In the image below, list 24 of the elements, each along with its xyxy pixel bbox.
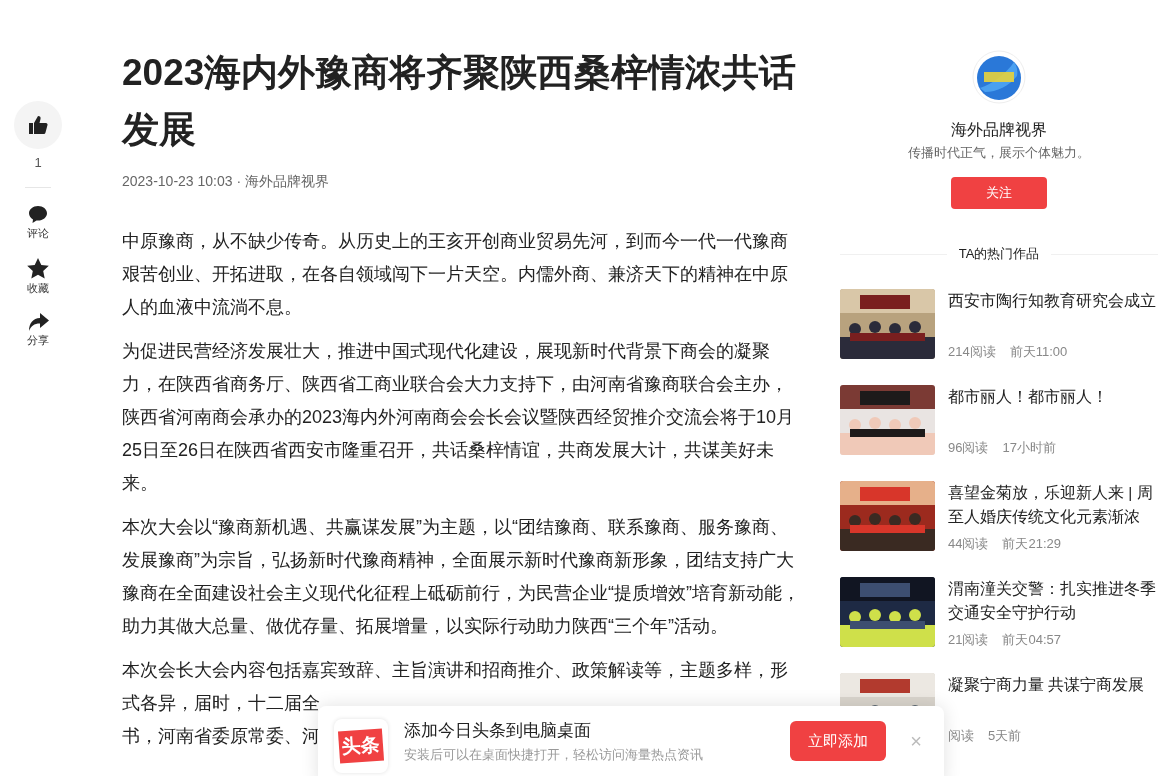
publish-time: 17小时前	[1002, 439, 1056, 457]
publish-time: 前天11:00	[1009, 343, 1068, 361]
section-heading: TA的热门作品	[958, 245, 1040, 263]
publish-time: 5天前	[988, 727, 1022, 745]
article-title: 2023海内外豫商将齐聚陕西桑梓情浓共话发展	[122, 51, 798, 152]
read-count: 44阅读	[948, 535, 989, 553]
read-count: 21阅读	[948, 631, 989, 649]
publish-time: 前天21:29	[1002, 535, 1061, 553]
app-logo: 头条	[334, 719, 388, 773]
read-count: 214阅读	[948, 343, 996, 361]
prompt-subtitle: 安装后可以在桌面快捷打开，轻松访问海量热点资讯	[404, 746, 704, 764]
paragraph-text: 书，河南省委原常委、河	[122, 725, 320, 748]
paragraph-text: 中原豫商，从不缺少传奇。从历史上的王亥开创商业贸易先河，到而今一代一代豫商艰苦创业、开拓进取，在各自领域闯下一片天空。内儒外商、兼济天下的精神在中原人的血液中流淌不息。	[122, 230, 789, 319]
paragraph-text: 为促进民营经济发展壮大，推进中国式现代化建设，展现新时代背景下商会的凝聚力，在陕西省商务厅、陕西省工商业联合会大力支持下，由河南省豫商联合会主办，陕西省河南商会承办的2023海内外河南商会会长会议暨陕西经贸推介交流会将于10月25日至26日在陕西省西安市隆重召开，共话桑梓情谊，共商发展大计，共谋美好未来。	[122, 340, 796, 495]
like-count: 1	[34, 155, 42, 170]
read-count: 96阅读	[948, 439, 989, 457]
publish-time: 前天04:57	[1002, 631, 1061, 649]
paragraph-text: 本次大会以“豫商新机遇、共赢谋发展”为主题，以“团结豫商、联系豫商、服务豫商、发展豫商”为宗旨，弘扬新时代豫商精神，全面展示新时代豫商新形象，团结支持广大豫商在全面建设社会主义现代化征程上砥砺前行，为民营企业“提质增效”培育新动能，助力其做大总量、做优存量、拓展增量，以实际行动助力陕西“三个年”活动。	[122, 516, 801, 638]
prompt-title: 添加今日头条到电脑桌面	[404, 719, 592, 742]
paragraph-text: 本次会长大会内容包括嘉宾致辞、主旨演讲和招商推介、政策解读等，主题多样，形	[122, 659, 788, 682]
paragraph-text: 式各异，届时，十二届全	[122, 692, 320, 715]
read-count: 阅读	[948, 727, 974, 745]
author-motto: 传播时代正气，展示个体魅力。	[908, 145, 1090, 162]
article-meta: 2023-10-23 10:03 · 海外品牌视界	[122, 173, 330, 191]
